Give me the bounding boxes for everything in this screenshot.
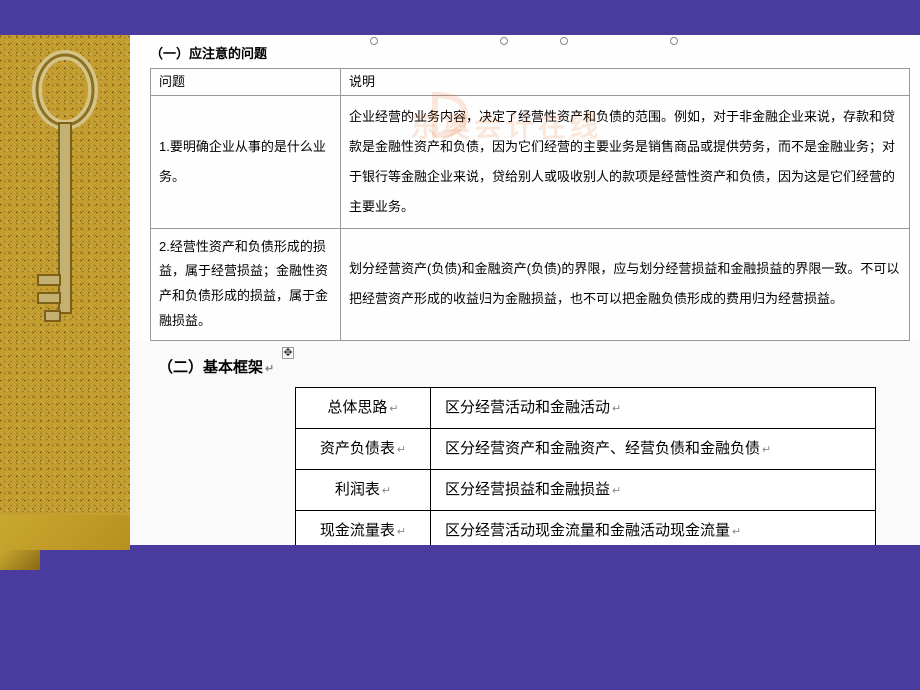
- watermark-logo-icon: [430, 90, 470, 140]
- selection-handle[interactable]: [500, 37, 508, 45]
- sidebar-texture-bottom: [0, 515, 130, 550]
- table-row: 利润表↵ 区分经营损益和金融损益↵: [296, 469, 876, 510]
- table1-header-col1: 问题: [151, 69, 341, 96]
- table-row: 现金流量表↵ 区分经营活动现金流量和金融活动现金流量↵: [296, 510, 876, 545]
- section2-area: （二）基本框架↵ ✥ 总体思路↵ 区分经营活动和金融活动↵ 资产负债表↵ 区分经…: [130, 341, 920, 546]
- selection-handle[interactable]: [670, 37, 678, 45]
- table2-row0-value: 区分经营活动和金融活动↵: [431, 387, 876, 428]
- sidebar-texture-corner: [0, 550, 40, 570]
- table2-row1-value: 区分经营资产和金融资产、经营负债和金融负债↵: [431, 428, 876, 469]
- table-move-handle-icon[interactable]: ✥: [282, 347, 294, 359]
- framework-table: 总体思路↵ 区分经营活动和金融活动↵ 资产负债表↵ 区分经营资产和金融资产、经营…: [295, 387, 876, 546]
- selection-handle[interactable]: [560, 37, 568, 45]
- table2-row1-label: 资产负债表↵: [296, 428, 431, 469]
- table1-row0-explanation: 企业经营的业务内容，决定了经营性资产和负债的范围。例如，对于非金融企业来说，存款…: [341, 96, 910, 229]
- table2-row0-label: 总体思路↵: [296, 387, 431, 428]
- table1-row1-problem: 2.经营性资产和负债形成的损益，属于经营损益；金融性资产和负债形成的损益，属于金…: [151, 228, 341, 340]
- table2-row3-label: 现金流量表↵: [296, 510, 431, 545]
- table-row: 总体思路↵ 区分经营活动和金融活动↵: [296, 387, 876, 428]
- section1-title: （一）应注意的问题: [130, 35, 920, 68]
- selection-handle[interactable]: [370, 37, 378, 45]
- table2-row2-value: 区分经营损益和金融损益↵: [431, 469, 876, 510]
- sidebar-texture: [0, 35, 130, 515]
- table2-row3-value: 区分经营活动现金流量和金融活动现金流量↵: [431, 510, 876, 545]
- table1-header-col2: 说明: [341, 69, 910, 96]
- table1-row0-problem: 1.要明确企业从事的是什么业务。: [151, 96, 341, 229]
- table2-row2-label: 利润表↵: [296, 469, 431, 510]
- section2-title: （二）基本框架↵: [130, 341, 920, 387]
- slide-content: （一）应注意的问题 东奥会计在线 问题 说明 1.要明确企业从事的是什么业务。 …: [130, 35, 920, 545]
- table1-row1-explanation: 划分经营资产(负债)和金融资产(负债)的界限，应与划分经营损益和金融损益的界限一…: [341, 228, 910, 340]
- table-row: 资产负债表↵ 区分经营资产和金融资产、经营负债和金融负债↵: [296, 428, 876, 469]
- key-icon: [30, 45, 100, 355]
- problems-table: 问题 说明 1.要明确企业从事的是什么业务。 企业经营的业务内容，决定了经营性资…: [150, 68, 910, 341]
